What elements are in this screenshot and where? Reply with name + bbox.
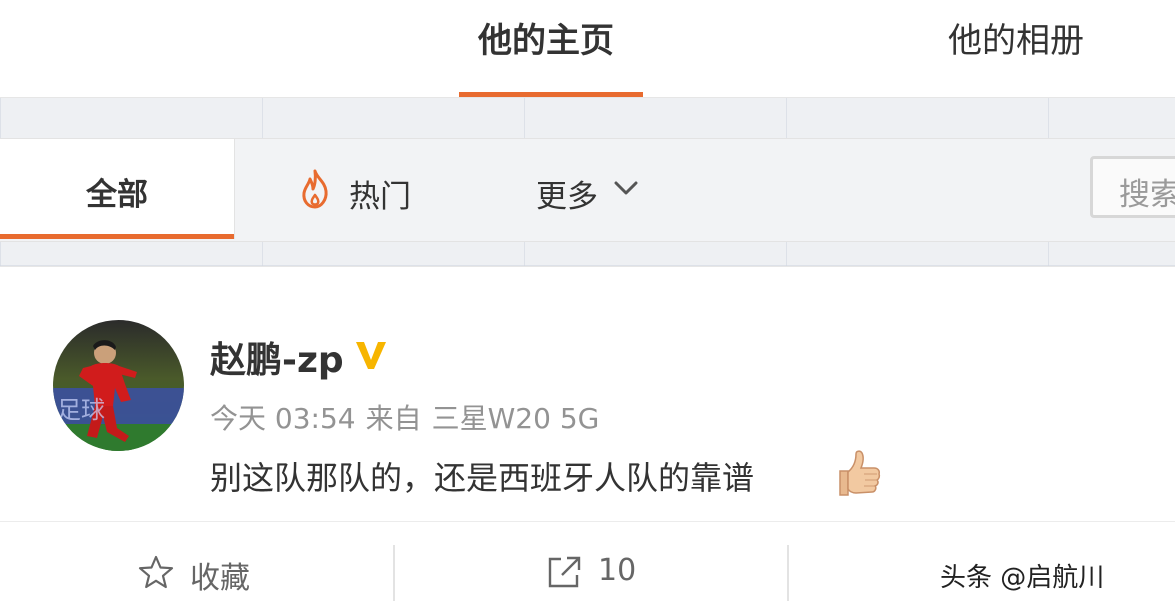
watermark: 头条 @启航川	[940, 563, 1105, 593]
search-input[interactable]: 搜索	[1090, 156, 1175, 218]
avatar-image: 足球	[53, 320, 184, 451]
tab-home[interactable]: 他的主页	[478, 18, 614, 64]
share-count: 10	[598, 553, 637, 588]
star-icon	[138, 555, 174, 589]
post-username[interactable]: 赵鹏-zp	[210, 331, 344, 383]
tab-home-underline	[459, 92, 643, 97]
post-source: 三星W20 5G	[431, 402, 600, 435]
action-separator-1	[393, 545, 395, 601]
filter-tab-more-label: 更多	[536, 179, 598, 215]
favorite-label: 收藏	[190, 561, 250, 596]
post-time: 今天 03:54	[210, 402, 356, 435]
filter-tab-hot-label: 热门	[349, 179, 411, 215]
chevron-down-icon	[614, 181, 638, 195]
thumbs-up-icon	[839, 450, 881, 496]
share-icon	[548, 556, 581, 588]
post-content: 别这队那队的，还是西班牙人队的靠谱	[210, 459, 755, 497]
avatar[interactable]: 足球	[53, 320, 184, 451]
svg-text:足球: 足球	[57, 396, 105, 424]
verified-badge-icon	[356, 342, 386, 369]
card-divider	[0, 521, 1175, 522]
tab-album[interactable]: 他的相册	[948, 18, 1084, 64]
search-placeholder: 搜索	[1119, 177, 1175, 213]
post-card: 足球 赵鹏-zp 今天 03:54 来自 三星W20 5G 别这队那队的，还是西班牙…	[0, 266, 1175, 609]
action-separator-2	[787, 545, 789, 601]
filter-tab-all-underline	[0, 234, 234, 239]
filter-tab-all-label: 全部	[86, 177, 148, 213]
post-source-prefix: 来自	[365, 402, 422, 435]
fire-icon	[302, 169, 328, 209]
post-meta: 今天 03:54 来自 三星W20 5G	[210, 397, 609, 437]
filter-tab-all[interactable]: 全部	[0, 139, 235, 239]
top-nav: 他的主页 他的相册	[0, 0, 1175, 98]
filter-bar: 全部 热门 更多 搜索	[0, 138, 1175, 242]
